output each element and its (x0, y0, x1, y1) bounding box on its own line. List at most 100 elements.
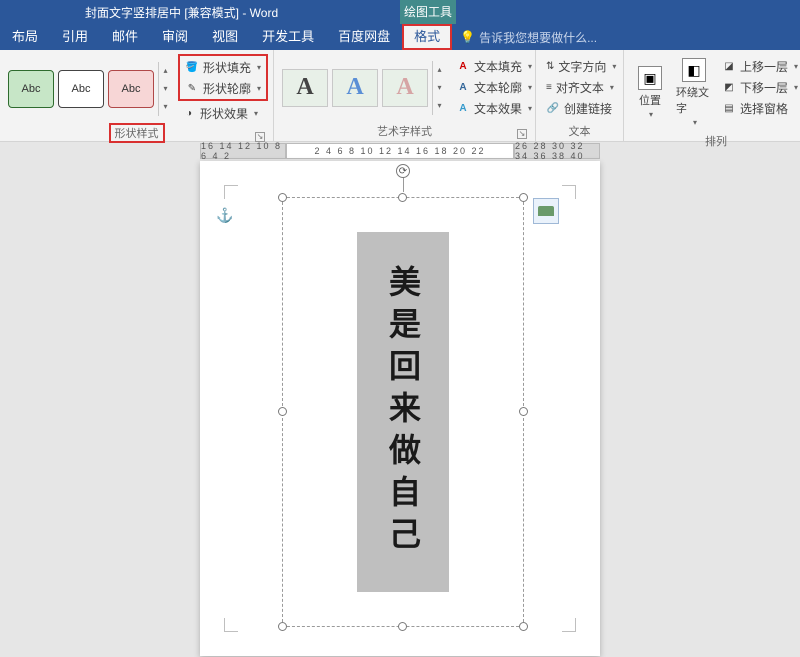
document-canvas[interactable]: ⚓ ⟳ 美是回来做自己 (0, 159, 800, 656)
tab-mailings[interactable]: 邮件 (100, 24, 150, 50)
resize-handle-ml[interactable] (278, 407, 287, 416)
resize-handle-tr[interactable] (519, 193, 528, 202)
tab-baidu-netdisk[interactable]: 百度网盘 (326, 24, 402, 50)
chevron-down-icon: ▾ (254, 109, 258, 118)
bring-forward-icon: ◪ (722, 59, 736, 73)
lightbulb-icon: 💡 (460, 30, 475, 44)
align-text-button[interactable]: ≡ 对齐文本 ▾ (542, 77, 617, 97)
shape-fill-outline-group: 🪣 形状填充 ▾ ✎ 形状轮廓 ▾ (178, 54, 268, 101)
group-text: ⇅ 文字方向 ▾ ≡ 对齐文本 ▾ 🔗 创建链接 文本 (536, 50, 624, 141)
shape-styles-gallery[interactable]: Abc Abc Abc ▴▾▾ (6, 54, 174, 123)
wordart-preset-2[interactable]: A (332, 69, 378, 107)
chevron-down-icon: ▾ (257, 84, 261, 93)
group-label-arrange: 排列 (630, 131, 800, 151)
shape-style-preset-2[interactable]: Abc (58, 70, 104, 108)
resize-handle-tm[interactable] (398, 193, 407, 202)
tab-references[interactable]: 引用 (50, 24, 100, 50)
chevron-down-icon: ▾ (794, 62, 798, 71)
contextual-tab-title: 绘图工具 (400, 0, 456, 24)
margin-guide-tr (562, 185, 576, 199)
ruler-margin-left: 16 14 12 10 8 6 4 2 (200, 143, 286, 159)
shape-fill-button[interactable]: 🪣 形状填充 ▾ (181, 57, 265, 77)
page[interactable]: ⚓ ⟳ 美是回来做自己 (200, 161, 600, 656)
chevron-down-icon: ▾ (528, 62, 532, 71)
text-effects-button[interactable]: A 文本效果 ▾ (452, 98, 536, 118)
shape-style-preset-3[interactable]: Abc (108, 70, 154, 108)
chevron-down-icon: ▾ (610, 83, 614, 92)
selection-pane-icon: ▤ (722, 101, 736, 115)
chevron-down-icon: ▾ (693, 118, 697, 127)
text-fill-button[interactable]: A 文本填充 ▾ (452, 56, 536, 76)
tab-review[interactable]: 审阅 (150, 24, 200, 50)
resize-handle-tl[interactable] (278, 193, 287, 202)
shape-outline-label: 形状轮廓 (203, 80, 251, 97)
chevron-down-icon: ▾ (528, 104, 532, 113)
resize-handle-bm[interactable] (398, 622, 407, 631)
chevron-down-icon: ▾ (794, 83, 798, 92)
chevron-down-icon: ▾ (257, 63, 261, 72)
group-wordart-styles: A A A ▴▾▾ A 文本填充 ▾ A 文本轮廓 ▾ A 文本效果 (274, 50, 536, 141)
send-backward-button[interactable]: ◩ 下移一层 ▾ (718, 77, 800, 97)
text-direction-icon: ⇅ (546, 59, 554, 73)
chevron-down-icon: ▾ (649, 110, 653, 119)
resize-handle-mr[interactable] (519, 407, 528, 416)
resize-handle-br[interactable] (519, 622, 528, 631)
wordart-preset-3[interactable]: A (382, 69, 428, 107)
group-label-text: 文本 (542, 121, 617, 141)
shape-outline-button[interactable]: ✎ 形状轮廓 ▾ (181, 78, 265, 98)
link-icon: 🔗 (546, 101, 560, 115)
chevron-down-icon: ▾ (612, 62, 616, 71)
object-anchor-icon[interactable]: ⚓ (216, 207, 233, 224)
paint-bucket-icon: 🪣 (185, 60, 199, 74)
text-direction-label: 文字方向 (558, 58, 606, 75)
selection-pane-button[interactable]: ▤ 选择窗格 (718, 98, 800, 118)
create-link-label: 创建链接 (564, 100, 612, 117)
text-outline-button[interactable]: A 文本轮廓 ▾ (452, 77, 536, 97)
vertical-text-content[interactable]: 美是回来做自己 (380, 265, 426, 559)
tab-layout[interactable]: 布局 (0, 24, 50, 50)
menu-bar: 布局 引用 邮件 审阅 视图 开发工具 百度网盘 格式 💡 告诉我您想要做什么.… (0, 24, 800, 50)
wordart-gallery[interactable]: A A A ▴▾▾ (280, 54, 448, 121)
pen-icon: ✎ (185, 81, 199, 95)
margin-guide-bl (224, 618, 238, 632)
bring-forward-button[interactable]: ◪ 上移一层 ▾ (718, 56, 800, 76)
position-icon: ▣ (638, 66, 662, 90)
text-direction-button[interactable]: ⇅ 文字方向 ▾ (542, 56, 617, 76)
wrap-text-button[interactable]: ◧ 环绕文字 ▾ (674, 54, 714, 131)
text-fill-icon: A (456, 59, 470, 73)
ruler-body: 2 4 6 8 10 12 14 16 18 20 22 (286, 143, 514, 159)
shape-style-preset-1[interactable]: Abc (8, 70, 54, 108)
wordart-more[interactable]: ▴▾▾ (432, 61, 446, 115)
text-outline-icon: A (456, 80, 470, 94)
tab-format[interactable]: 格式 (402, 24, 452, 50)
wordart-preset-1[interactable]: A (282, 69, 328, 107)
align-text-icon: ≡ (546, 80, 552, 94)
layout-options-button[interactable] (533, 198, 559, 224)
shape-effects-button[interactable]: ◑ 形状效果 ▾ (178, 103, 268, 123)
layout-options-icon (538, 206, 554, 216)
resize-handle-bl[interactable] (278, 622, 287, 631)
shape-effects-label: 形状效果 (200, 105, 248, 122)
title-bar: 封面文字竖排居中 [兼容模式] - Word 绘图工具 (0, 0, 800, 24)
shape-styles-more[interactable]: ▴▾▾ (158, 62, 172, 116)
shape-fill-label: 形状填充 (203, 59, 251, 76)
selection-pane-label: 选择窗格 (740, 100, 788, 117)
effects-icon: ◑ (182, 106, 196, 120)
group-shape-styles: Abc Abc Abc ▴▾▾ 🪣 形状填充 ▾ ✎ 形状轮廓 ▾ (0, 50, 274, 141)
shape-styles-dialog-launcher[interactable]: ↘ (255, 132, 265, 142)
tab-view[interactable]: 视图 (200, 24, 250, 50)
tab-developer[interactable]: 开发工具 (250, 24, 326, 50)
create-link-button[interactable]: 🔗 创建链接 (542, 98, 617, 118)
align-text-label: 对齐文本 (556, 79, 604, 96)
textbox-selection-frame[interactable]: ⟳ 美是回来做自己 (282, 197, 524, 627)
position-button[interactable]: ▣ 位置 ▾ (630, 54, 670, 131)
chevron-down-icon: ▾ (528, 83, 532, 92)
text-outline-label: 文本轮廓 (474, 79, 522, 96)
document-title: 封面文字竖排居中 [兼容模式] - Word (85, 4, 278, 21)
wordart-dialog-launcher[interactable]: ↘ (517, 129, 527, 139)
rotation-handle[interactable]: ⟳ (396, 164, 410, 178)
margin-guide-tl (224, 185, 238, 199)
vertical-text-box[interactable]: 美是回来做自己 (357, 232, 449, 592)
tell-me-search[interactable]: 💡 告诉我您想要做什么... (460, 29, 597, 46)
margin-guide-br (562, 618, 576, 632)
